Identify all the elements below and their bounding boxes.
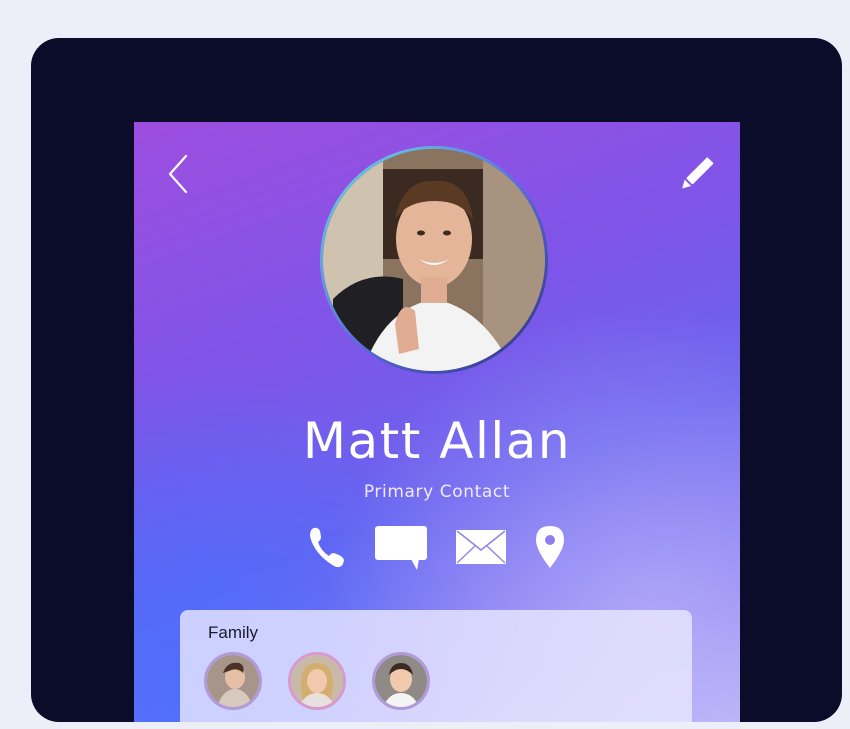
contact-screen: Matt Allan Primary Contact Family — [134, 122, 740, 722]
back-button[interactable] — [164, 152, 194, 196]
family-member-avatar — [207, 655, 259, 707]
contact-subtitle: Primary Contact — [363, 482, 511, 502]
location-pin-icon — [536, 526, 564, 568]
family-member-3[interactable] — [372, 652, 430, 710]
contact-actions — [306, 520, 568, 576]
family-member-2[interactable] — [288, 652, 346, 710]
family-card: Family — [180, 610, 692, 722]
family-member-1[interactable] — [204, 652, 262, 710]
family-title: Family — [208, 623, 259, 642]
chevron-left-icon — [168, 154, 188, 194]
family-member-avatar — [291, 655, 343, 707]
mail-icon — [456, 530, 506, 564]
message-button[interactable] — [373, 520, 429, 574]
family-member-avatar — [375, 655, 427, 707]
contact-name: Matt Allan — [302, 412, 572, 470]
phone-icon — [310, 527, 344, 568]
message-icon — [375, 526, 427, 570]
contact-photo — [323, 149, 545, 371]
call-button[interactable] — [306, 520, 346, 574]
pencil-icon — [682, 157, 714, 189]
contact-avatar — [320, 146, 548, 374]
device-frame: Matt Allan Primary Contact Family — [31, 38, 842, 722]
email-button[interactable] — [454, 520, 508, 574]
location-button[interactable] — [532, 520, 568, 574]
edit-button[interactable] — [674, 152, 718, 196]
